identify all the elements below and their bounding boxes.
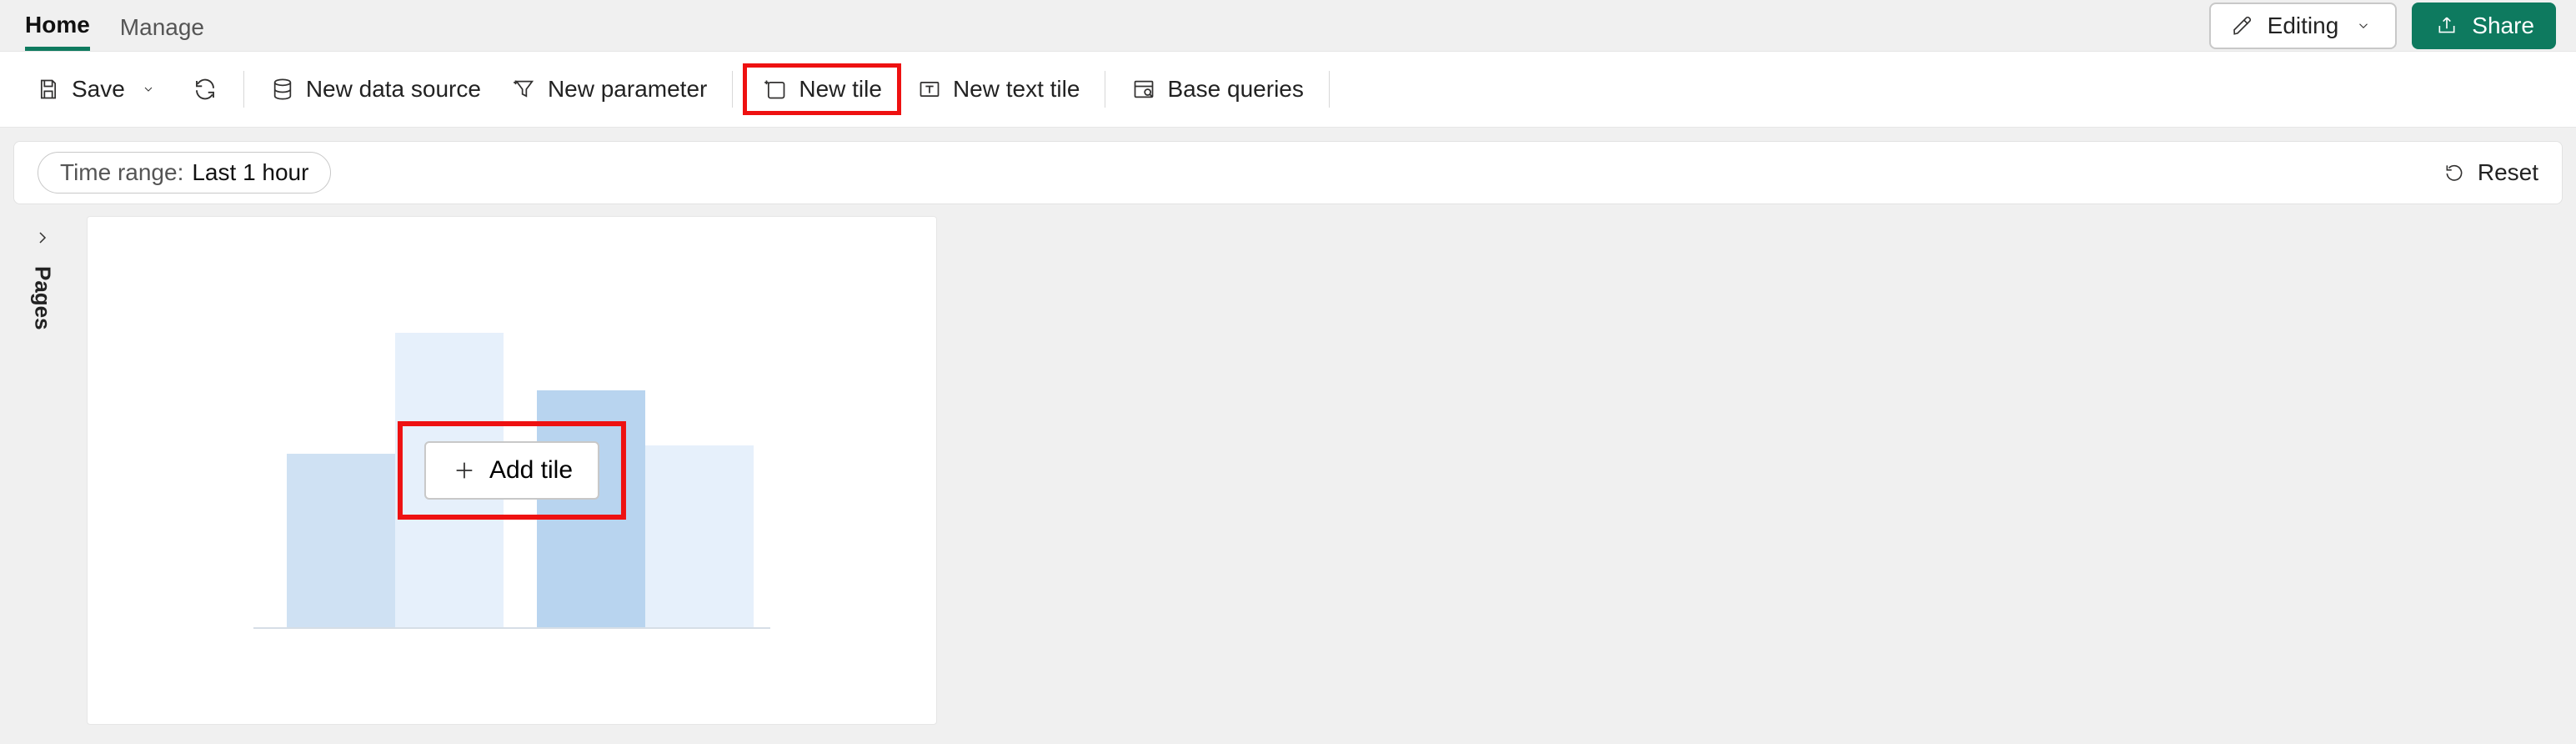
share-icon (2433, 13, 2460, 39)
canvas-row: Pages Add tile (13, 216, 2563, 725)
separator (732, 71, 733, 108)
refresh-icon (192, 76, 218, 103)
editing-mode-button[interactable]: Editing (2209, 3, 2398, 49)
pages-panel-toggle[interactable]: Pages (13, 216, 72, 725)
time-range-pill[interactable]: Time range: Last 1 hour (38, 152, 331, 194)
save-button[interactable]: Save (20, 68, 177, 111)
pages-label: Pages (30, 266, 56, 330)
top-tab-row: Home Manage Editing Share (0, 0, 2576, 51)
reset-label: Reset (2478, 159, 2538, 186)
tab-manage[interactable]: Manage (120, 3, 204, 49)
chart-baseline (253, 627, 770, 629)
filter-bar: Time range: Last 1 hour Reset (13, 141, 2563, 204)
new-data-source-label: New data source (306, 76, 481, 103)
new-data-source-button[interactable]: New data source (254, 68, 496, 111)
add-tile-highlight: Add tile (398, 421, 626, 520)
query-icon (1130, 76, 1157, 103)
time-range-value: Last 1 hour (192, 159, 308, 186)
pencil-icon (2229, 13, 2256, 39)
text-tile-icon (916, 76, 943, 103)
share-label: Share (2472, 13, 2534, 39)
empty-tile-card: Add tile (87, 216, 937, 725)
add-tile-button[interactable]: Add tile (424, 441, 599, 500)
new-tile-label: New tile (799, 76, 882, 103)
database-icon (269, 76, 296, 103)
chevron-down-icon (135, 76, 162, 103)
new-parameter-label: New parameter (548, 76, 707, 103)
base-queries-label: Base queries (1167, 76, 1303, 103)
tab-home[interactable]: Home (25, 0, 90, 51)
separator (243, 71, 244, 108)
new-text-tile-button[interactable]: New text tile (901, 68, 1095, 111)
chevron-down-icon (2350, 13, 2377, 39)
share-button[interactable]: Share (2412, 3, 2556, 49)
add-tile-label: Add tile (489, 456, 573, 485)
main-toolbar: Save New data source New parameter New t… (0, 51, 2576, 128)
reset-button[interactable]: Reset (2441, 159, 2538, 186)
save-icon (35, 76, 62, 103)
chart-bar (287, 454, 395, 629)
tile-icon (762, 76, 789, 103)
separator (1329, 71, 1330, 108)
undo-icon (2441, 159, 2468, 186)
save-label: Save (72, 76, 125, 103)
new-text-tile-label: New text tile (953, 76, 1080, 103)
plus-icon (451, 457, 478, 484)
new-tile-button[interactable]: New tile (743, 63, 901, 115)
content-area: Time range: Last 1 hour Reset Pages (0, 128, 2576, 738)
time-range-key: Time range: (60, 159, 183, 186)
editing-mode-label: Editing (2268, 13, 2339, 39)
refresh-button[interactable] (177, 68, 233, 111)
chevron-right-icon (29, 224, 56, 251)
base-queries-button[interactable]: Base queries (1115, 68, 1318, 111)
new-parameter-button[interactable]: New parameter (496, 68, 722, 111)
chart-bar (645, 445, 754, 629)
filter-icon (511, 76, 538, 103)
